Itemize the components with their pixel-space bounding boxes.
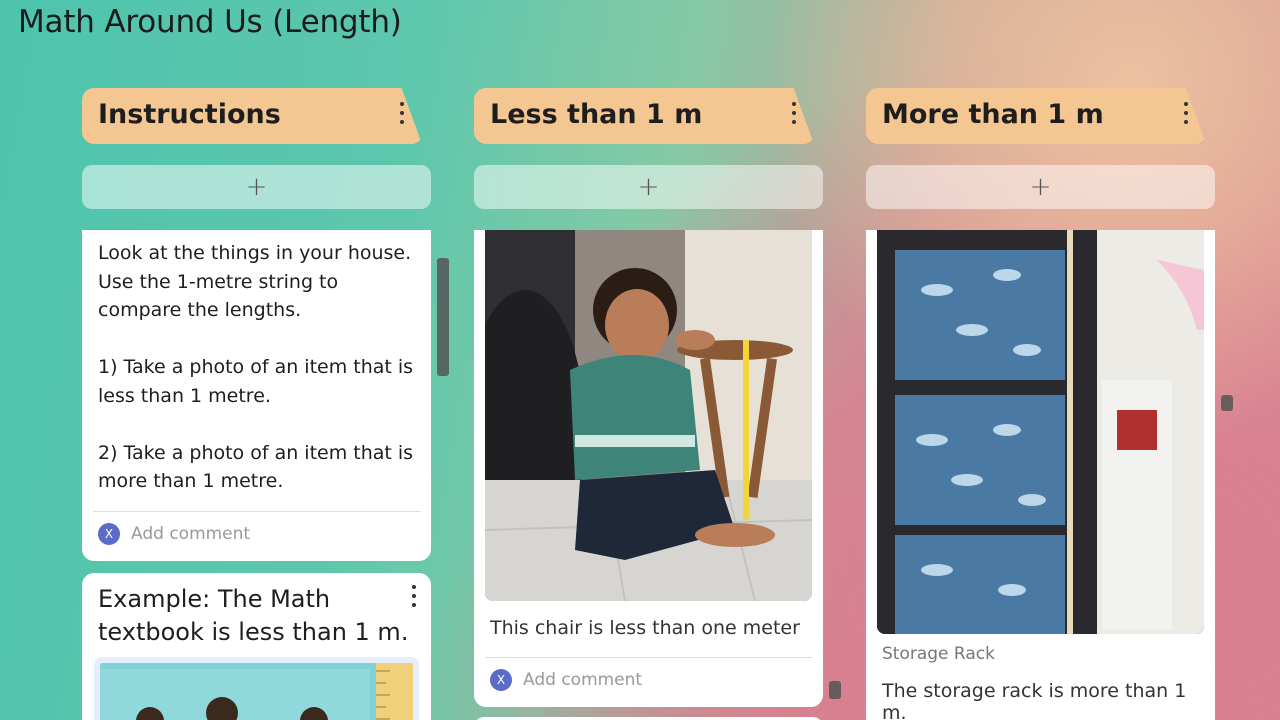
column-title: More than 1 m [882,99,1104,130]
comment-placeholder: Add comment [131,523,251,544]
add-post-button[interactable]: + [474,165,823,209]
kebab-menu-icon[interactable] [789,102,799,124]
scrollbar-thumb[interactable] [829,681,841,699]
add-comment-field[interactable]: X Add comment [474,658,658,702]
textbook-image[interactable] [94,657,419,720]
add-post-button[interactable]: + [866,165,1215,209]
instruction-text: Look at the things in your house. Use th… [98,242,414,492]
post-image[interactable] [485,230,812,601]
post-caption: The storage rack is more than 1 m. [882,680,1187,720]
plus-icon: + [1029,172,1052,202]
post-image[interactable] [877,230,1204,634]
add-comment-field[interactable]: X Add comment [82,512,431,556]
plus-icon: + [245,172,268,202]
avatar: X [490,669,512,691]
plus-icon: + [637,172,660,202]
add-post-button[interactable]: + [82,165,431,209]
column-title: Instructions [98,99,281,130]
avatar: X [98,522,120,545]
column-title: Less than 1 m [490,99,703,130]
kebab-menu-icon[interactable] [409,585,419,607]
kebab-menu-icon[interactable] [397,102,407,124]
scrollbar-thumb[interactable] [1221,395,1233,411]
scrollbar-thumb[interactable] [437,258,449,376]
instruction-card[interactable]: Look at the things in your house. Use th… [82,230,431,561]
comment-placeholder: Add comment [523,670,643,690]
example-card[interactable]: Example: The Math textbook is less than … [82,573,431,720]
post-card[interactable]: This chair is less than one meter X Add … [474,230,823,707]
board-title: Math Around Us (Length) [18,4,402,40]
post-subject: Storage Rack [882,644,995,664]
post-caption: This chair is less than one meter [490,617,800,639]
example-heading: Example: The Math textbook is less than … [98,585,409,646]
post-card[interactable]: Storage Rack The storage rack is more th… [866,230,1215,720]
kebab-menu-icon[interactable] [1181,102,1191,124]
